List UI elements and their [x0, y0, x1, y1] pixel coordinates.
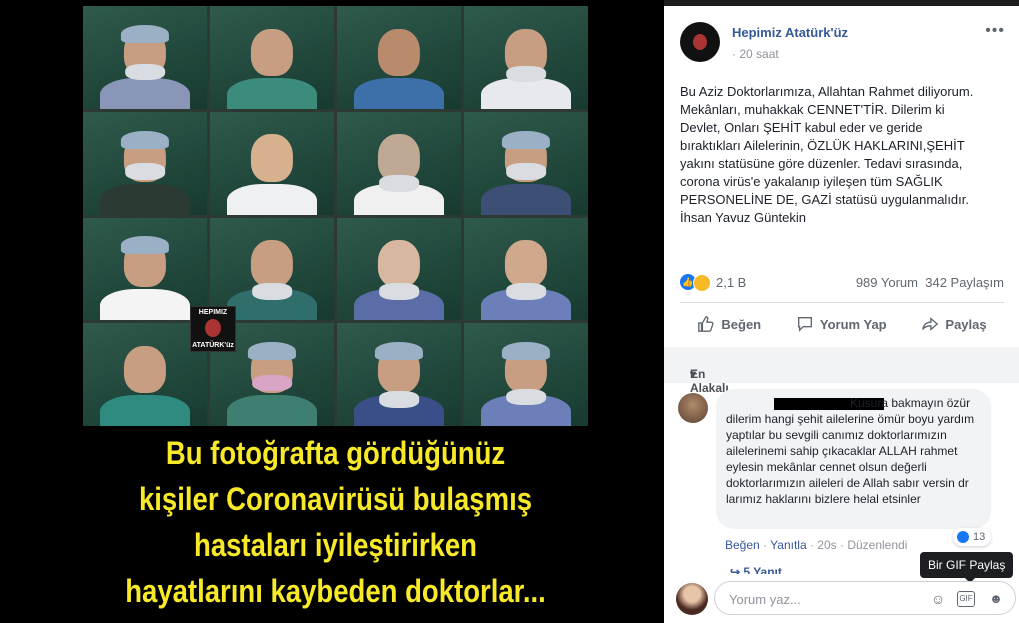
- comment-bubble: Kusura bakmayın özür dilerim hangi şehit…: [716, 389, 991, 529]
- comment-time[interactable]: 20s: [817, 538, 836, 552]
- caption-line: hayatlarını kaybeden doktorlar...: [125, 573, 546, 609]
- shares-count-link[interactable]: 342 Paylaşım: [925, 275, 1004, 290]
- page-name-link[interactable]: Hepimiz Atatürk'üz: [732, 25, 848, 40]
- comment-like-count: 13: [973, 531, 986, 543]
- logo-text-top: HEPIMIZ: [198, 309, 228, 316]
- photo-caption: Bu fotoğrafta gördüğünüz kişiler Coronav…: [118, 430, 552, 614]
- commenter-avatar[interactable]: [678, 393, 708, 423]
- current-user-avatar[interactable]: [676, 583, 708, 615]
- caption-line: kişiler Coronavirüsü bulaşmış: [138, 481, 533, 517]
- comment-input[interactable]: [727, 589, 921, 609]
- doctor-photo: [464, 217, 588, 321]
- post-sidebar: Hepimiz Atatürk'üz · 20 saat ••• Bu Aziz…: [664, 6, 1019, 623]
- sad-reaction-icon: [693, 274, 711, 292]
- page-avatar-portrait: [693, 34, 707, 50]
- divider: [680, 302, 1004, 303]
- doctor-photo: [337, 6, 461, 109]
- share-icon: [922, 317, 939, 331]
- reaction-count[interactable]: 2,1 B: [716, 275, 746, 290]
- emoji-icon[interactable]: ☺: [929, 590, 947, 608]
- doctor-photo: [464, 111, 588, 215]
- post-text: Bu Aziz Doktorlarımıza, Allahtan Rahmet …: [680, 84, 974, 225]
- caption-line: hastaları iyileştirirken: [194, 527, 477, 563]
- view-replies-link[interactable]: ↪ 5 Yanıt: [730, 565, 782, 574]
- comment-composer[interactable]: ☺ GIF ☻: [714, 581, 1016, 615]
- comment-sort-bar: En Alakalı ▾: [664, 347, 1019, 395]
- caret-down-icon: ▾: [690, 367, 697, 381]
- reactions-summary[interactable]: 👍 2,1 B 989 Yorum 342 Paylaşım: [680, 273, 1004, 293]
- photo-viewer[interactable]: HEPIMIZ ATATÜRK'üz Bu fotoğrafta gördüğü…: [0, 0, 664, 623]
- comment-icon: [797, 317, 812, 332]
- doctor-photo: [83, 323, 207, 426]
- logo-text-bottom: ATATÜRK'üz: [192, 342, 234, 349]
- page-logo-watermark: HEPIMIZ ATATÜRK'üz: [190, 306, 236, 352]
- doctor-photo: [83, 111, 207, 215]
- comment-reply-link[interactable]: Yanıtla: [770, 538, 806, 552]
- comment-meta: Beğen · Yanıtla · 20s · Düzenlendi: [725, 538, 908, 552]
- share-label: Paylaş: [945, 316, 987, 332]
- doctors-photo-grid: [83, 6, 588, 426]
- page-avatar[interactable]: [680, 22, 720, 62]
- post-time-text: 20 saat: [739, 47, 779, 61]
- more-options-icon[interactable]: •••: [985, 22, 1005, 40]
- gif-tooltip: Bir GIF Paylaş: [920, 552, 1014, 583]
- comment-button[interactable]: Yorum Yap: [796, 315, 887, 333]
- doctor-photo: [337, 323, 461, 426]
- logo-portrait: [205, 319, 221, 337]
- share-button[interactable]: Paylaş: [921, 315, 987, 333]
- gif-icon[interactable]: GIF: [957, 591, 975, 607]
- reply-arrow-icon: ↪: [730, 565, 741, 574]
- comment-edited-label[interactable]: Düzenlendi: [847, 538, 907, 552]
- doctor-photo: [464, 6, 588, 109]
- comment-like-link[interactable]: Beğen: [725, 538, 760, 552]
- doctor-photo: [464, 323, 588, 426]
- like-reaction-icon: [957, 531, 969, 543]
- caption-line: Bu fotoğrafta gördüğünüz: [165, 435, 506, 471]
- engagement-counts: 989 Yorum 342 Paylaşım: [856, 275, 1004, 290]
- doctor-photo: [83, 217, 207, 321]
- doctor-photo: [337, 217, 461, 321]
- doctor-photo: [337, 111, 461, 215]
- doctor-photo: [210, 6, 334, 109]
- thumbs-up-icon: [698, 316, 714, 332]
- sticker-icon[interactable]: ☻: [987, 590, 1005, 608]
- post-timestamp[interactable]: · 20 saat: [732, 47, 779, 61]
- doctor-photo: [210, 217, 334, 321]
- replies-label: 5 Yanıt: [743, 565, 782, 574]
- post-actions: Beğen Yorum Yap Paylaş: [680, 309, 1004, 339]
- like-button[interactable]: Beğen: [697, 315, 761, 333]
- comment-text: Kusura bakmayın özür dilerim hangi şehit…: [726, 396, 975, 506]
- time-separator: ·: [732, 47, 736, 61]
- comment-like-badge[interactable]: 13: [953, 528, 992, 546]
- doctor-photo: [83, 6, 207, 109]
- doctor-photo: [210, 111, 334, 215]
- like-label: Beğen: [721, 316, 762, 332]
- comment-label: Yorum Yap: [819, 316, 887, 332]
- comments-count-link[interactable]: 989 Yorum: [856, 275, 918, 290]
